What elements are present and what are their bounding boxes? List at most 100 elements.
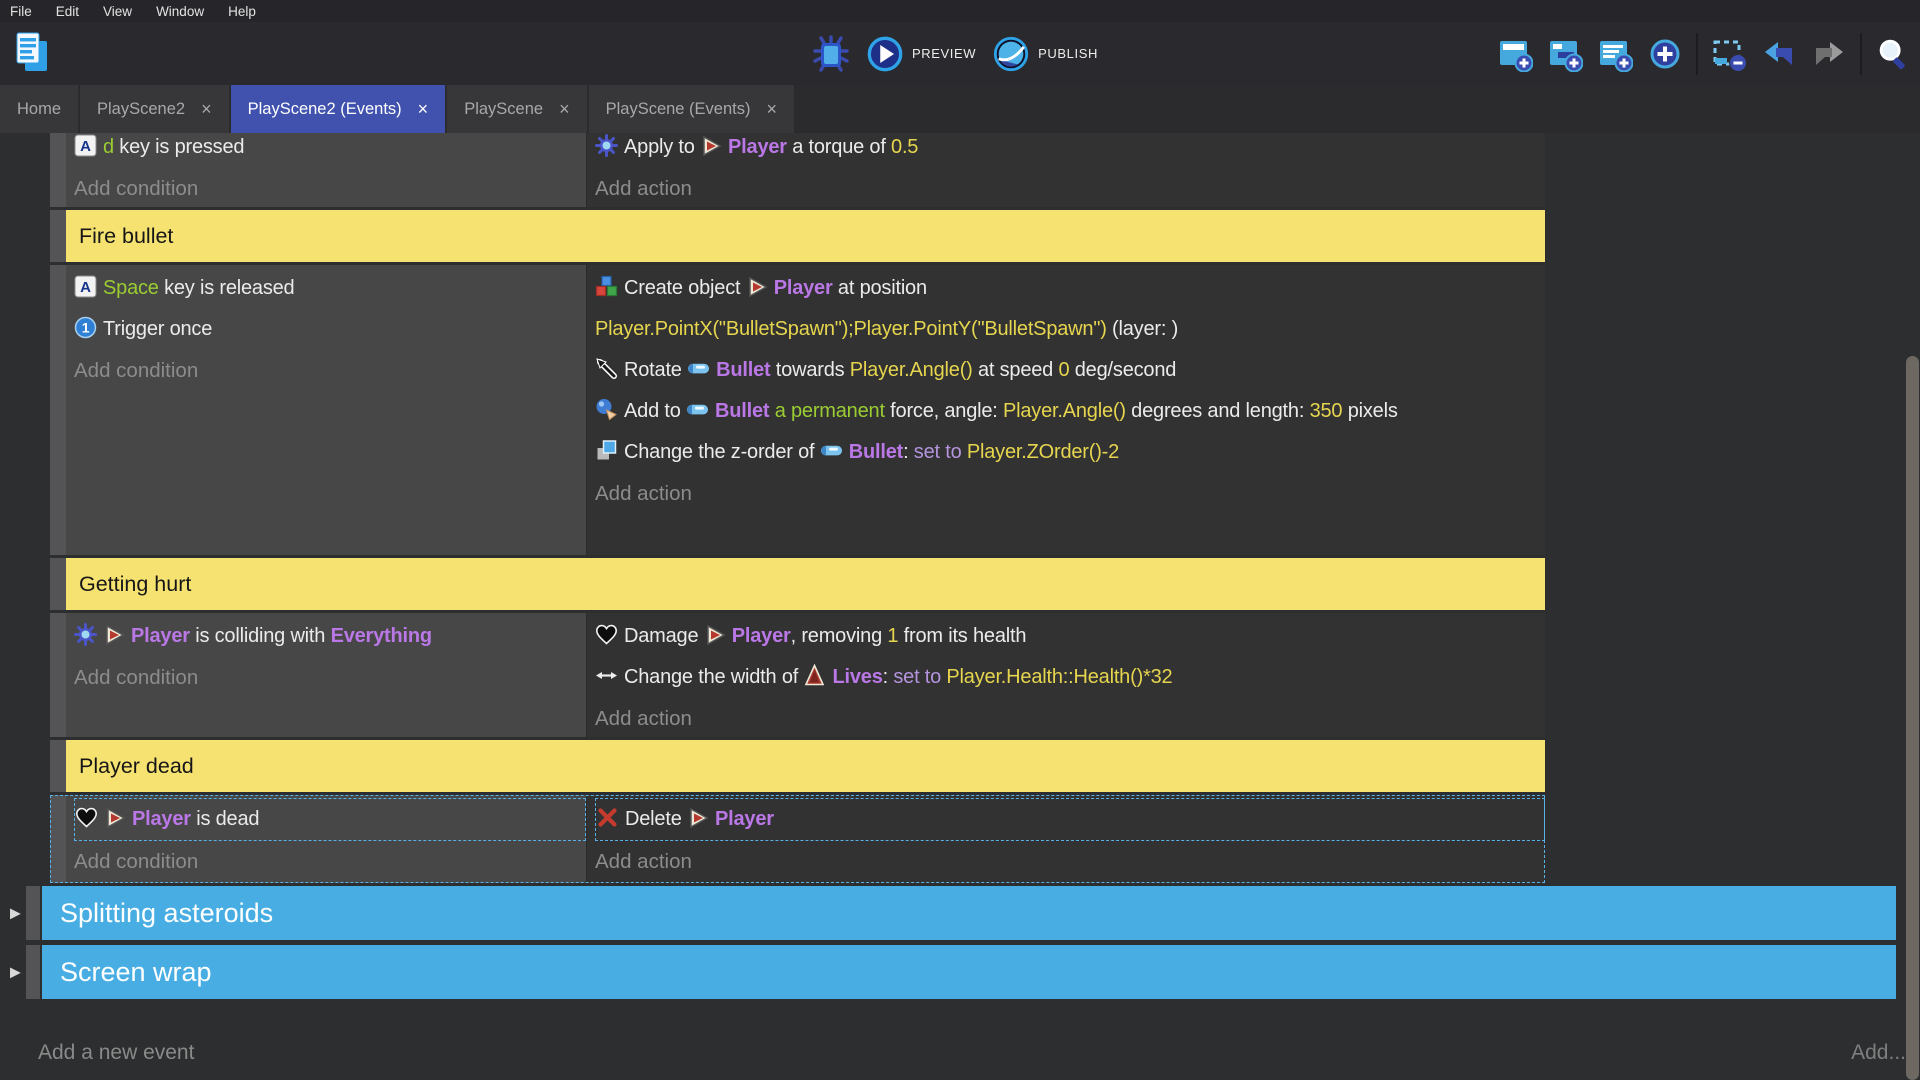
event-row[interactable]: ASpace key is released1Trigger onceAdd c… (50, 265, 1545, 555)
trigger-once-icon: 1 (74, 316, 97, 339)
tab-home[interactable]: Home (0, 85, 78, 133)
actions-column: Delete PlayerAdd action (587, 795, 1545, 883)
add-comment-icon[interactable] (1596, 35, 1634, 73)
action[interactable]: Change the z-order of Bullet: set to Pla… (595, 432, 1545, 473)
keyboard-icon: A (74, 134, 97, 157)
group-row[interactable]: ▶ Splitting asteroids (0, 886, 1920, 940)
close-icon[interactable]: × (559, 100, 570, 118)
add-condition-button[interactable]: Add condition (74, 841, 586, 882)
collapse-arrow-icon[interactable]: ▶ (10, 905, 21, 922)
add-action-button[interactable]: Add action (595, 698, 1545, 737)
event-row[interactable]: Player is colliding with EverythingAdd c… (50, 613, 1545, 737)
preview-button[interactable]: PREVIEW (866, 35, 976, 73)
menu-help[interactable]: Help (228, 4, 256, 19)
text-segment: Bullet (716, 359, 770, 381)
text-segment: 350 (1310, 400, 1343, 422)
condition[interactable]: Player is colliding with Everything (74, 616, 586, 657)
comment-row[interactable]: Fire bullet (50, 210, 1545, 262)
event-drag-handle[interactable] (50, 795, 66, 883)
gdevelop-logo-icon[interactable] (12, 30, 52, 81)
comment-row[interactable]: Getting hurt (50, 558, 1545, 610)
event-drag-handle[interactable] (50, 210, 66, 262)
text-segment: a permanent (775, 400, 885, 422)
close-icon[interactable]: × (201, 100, 212, 118)
action[interactable]: Create object Player at position Player.… (595, 268, 1545, 350)
add-new-event-button[interactable]: Add a new event (38, 1041, 194, 1065)
vertical-scrollbar[interactable] (1906, 356, 1919, 1080)
publish-label: PUBLISH (1038, 46, 1098, 61)
keyboard-icon: A (74, 275, 97, 298)
add-subevent-icon[interactable] (1546, 35, 1584, 73)
add-event-row: Add a new event Add... (0, 1004, 1920, 1078)
menu-file[interactable]: File (10, 4, 32, 19)
text-segment: Bullet (715, 400, 769, 422)
delete-selected-icon[interactable] (1710, 35, 1748, 73)
main-toolbar: PREVIEW PUBLISH (0, 22, 1920, 85)
event-drag-handle[interactable] (26, 945, 40, 999)
actions-column: Create object Player at position Player.… (587, 265, 1545, 555)
add-action-button[interactable]: Add action (595, 473, 1545, 514)
add-new-icon[interactable] (1646, 35, 1684, 73)
condition[interactable]: ASpace key is released (74, 268, 586, 309)
add-condition-button[interactable]: Add condition (74, 657, 586, 698)
add-condition-button[interactable]: Add condition (74, 350, 586, 391)
text-segment: 0.5 (891, 136, 918, 158)
action[interactable]: Delete Player (596, 799, 1544, 840)
condition[interactable]: Ad key is pressed (74, 133, 586, 168)
action[interactable]: Add to Bullet a permanent force, angle: … (595, 391, 1545, 432)
text-segment: Player.PointX("BulletSpawn");Player.Poin… (595, 318, 1107, 340)
event-drag-handle[interactable] (50, 133, 66, 207)
svg-text:A: A (80, 279, 91, 296)
undo-icon[interactable] (1760, 35, 1798, 73)
physics-icon (74, 623, 97, 646)
comment-text: Player dead (66, 740, 1545, 792)
collapse-arrow-icon[interactable]: ▶ (10, 964, 21, 981)
menu-window[interactable]: Window (156, 4, 204, 19)
event-row[interactable]: Ad key is pressedAdd condition Apply to P… (50, 133, 1545, 207)
add-action-button[interactable]: Add action (595, 168, 1545, 207)
action[interactable]: Apply to Player a torque of 0.5 (595, 133, 1545, 168)
text-segment: Change the width of (624, 666, 803, 688)
redo-icon[interactable] (1810, 35, 1848, 73)
action[interactable]: Rotate Bullet towards Player.Angle() at … (595, 350, 1545, 391)
menu-edit[interactable]: Edit (56, 4, 79, 19)
group-title[interactable]: Splitting asteroids (42, 886, 1896, 940)
event-row[interactable]: Player is deadAdd conditionDelete Player… (50, 795, 1545, 883)
event-drag-handle[interactable] (50, 740, 66, 792)
preview-label: PREVIEW (912, 46, 976, 61)
add-more-button[interactable]: Add... (1851, 1041, 1906, 1065)
text-segment: Lives (832, 666, 882, 688)
add-action-button[interactable]: Add action (595, 841, 1545, 882)
condition[interactable]: Player is dead (75, 799, 585, 840)
close-icon[interactable]: × (767, 100, 778, 118)
event-drag-handle[interactable] (50, 613, 66, 737)
text-segment: 1 (887, 625, 898, 647)
tab-playscene[interactable]: PlayScene × (447, 85, 586, 133)
toolbar-separator (1860, 33, 1862, 75)
event-drag-handle[interactable] (50, 265, 66, 555)
close-icon[interactable]: × (418, 100, 429, 118)
publish-button[interactable]: PUBLISH (992, 35, 1098, 73)
debugger-icon[interactable] (812, 35, 850, 73)
text-segment: Rotate (624, 359, 687, 381)
tab-playscene-events[interactable]: PlayScene (Events) × (589, 85, 794, 133)
comment-row[interactable]: Player dead (50, 740, 1545, 792)
tab-playscene2[interactable]: PlayScene2 × (80, 85, 229, 133)
add-event-icon[interactable] (1496, 35, 1534, 73)
events-sheet[interactable]: Ad key is pressedAdd conditionApply to P… (0, 133, 1920, 1080)
menu-view[interactable]: View (103, 4, 132, 19)
action[interactable]: Damage Player, removing 1 from its healt… (595, 616, 1545, 657)
tab-playscene2-events[interactable]: PlayScene2 (Events) × (231, 85, 446, 133)
zorder-icon (595, 439, 618, 462)
heart-icon (75, 806, 98, 829)
condition[interactable]: 1Trigger once (74, 309, 586, 350)
action[interactable]: Change the width of Lives: set to Player… (595, 657, 1545, 698)
event-drag-handle[interactable] (26, 886, 40, 940)
search-icon[interactable] (1874, 35, 1912, 73)
group-title[interactable]: Screen wrap (42, 945, 1896, 999)
group-row[interactable]: ▶ Screen wrap (0, 945, 1920, 999)
player-icon (746, 276, 768, 298)
text-segment: Player.Angle() (850, 359, 973, 381)
add-condition-button[interactable]: Add condition (74, 168, 586, 207)
event-drag-handle[interactable] (50, 558, 66, 610)
